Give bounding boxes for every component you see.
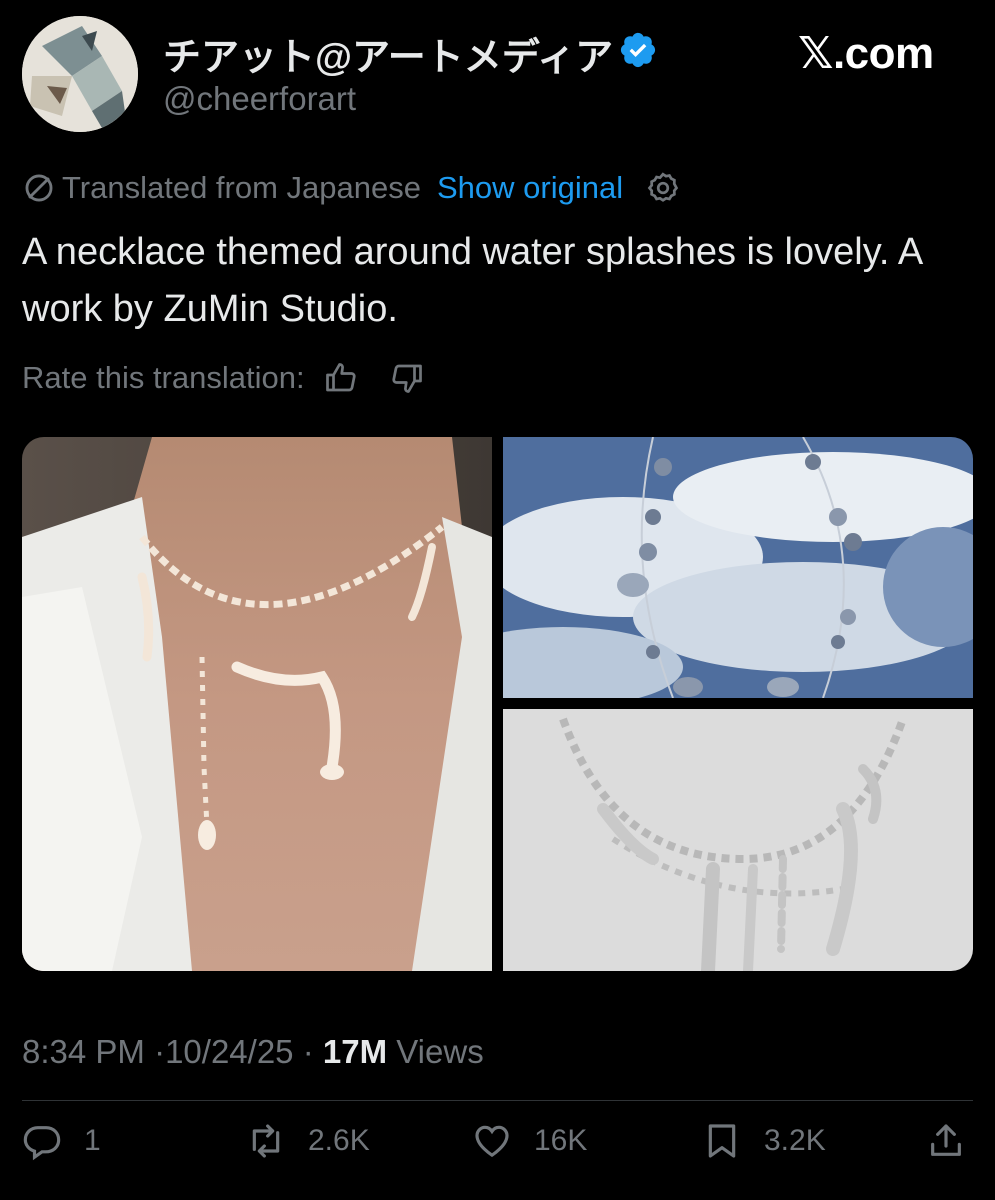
divider xyxy=(22,1100,973,1101)
rate-translation: Rate this translation: xyxy=(22,356,425,400)
tweet-text: A necklace themed around water splashes … xyxy=(22,231,922,330)
rate-translation-label: Rate this translation: xyxy=(22,360,305,395)
translation-notice-text: Translated from Japanese xyxy=(62,170,421,205)
share-icon xyxy=(931,1124,961,1156)
tweet-meta: 8:34 PM ·10/24/25 · 17M Views xyxy=(22,1033,484,1071)
show-original-link[interactable]: Show original xyxy=(437,170,623,206)
bookmark-icon xyxy=(708,1124,736,1158)
necklace-on-neck-photo[interactable] xyxy=(22,437,492,971)
avatar[interactable] xyxy=(22,16,138,132)
reply-button[interactable]: 1 xyxy=(22,1120,101,1162)
bookmark-button[interactable]: 3.2K xyxy=(702,1120,826,1162)
site-watermark: 𝕏.com xyxy=(798,29,934,78)
tweet-time[interactable]: 8:34 PM xyxy=(22,1033,145,1070)
tweet-date[interactable]: 10/24/25 xyxy=(165,1033,293,1070)
thumbs-down-icon[interactable] xyxy=(389,360,425,396)
reply-count: 1 xyxy=(84,1124,101,1157)
thumbs-up-icon[interactable] xyxy=(323,360,359,396)
necklace-sky-photo[interactable] xyxy=(503,437,973,698)
repost-button[interactable]: 2.6K xyxy=(246,1120,370,1162)
display-name[interactable]: チアット@アートメディア xyxy=(163,26,613,81)
gear-icon[interactable] xyxy=(645,170,681,206)
meta-separator: · xyxy=(154,1033,166,1070)
translation-notice: Translated from Japanese Show original xyxy=(22,167,681,209)
like-button[interactable]: 16K xyxy=(472,1120,587,1162)
like-count: 16K xyxy=(534,1124,588,1157)
repost-count: 2.6K xyxy=(308,1124,370,1157)
like-icon xyxy=(475,1125,509,1158)
views-label: Views xyxy=(396,1033,484,1070)
necklace-flat-lay-photo[interactable] xyxy=(503,709,973,971)
share-button[interactable] xyxy=(926,1120,988,1162)
verified-badge-icon xyxy=(620,32,656,68)
media-grid[interactable] xyxy=(22,437,973,971)
user-handle[interactable]: @cheerforart xyxy=(163,80,356,118)
reply-icon xyxy=(23,1126,61,1161)
bookmark-count: 3.2K xyxy=(764,1124,826,1157)
meta-separator: · xyxy=(302,1033,314,1070)
translate-icon xyxy=(25,174,53,202)
views-count: 17M xyxy=(322,1033,388,1070)
repost-icon xyxy=(252,1124,280,1158)
